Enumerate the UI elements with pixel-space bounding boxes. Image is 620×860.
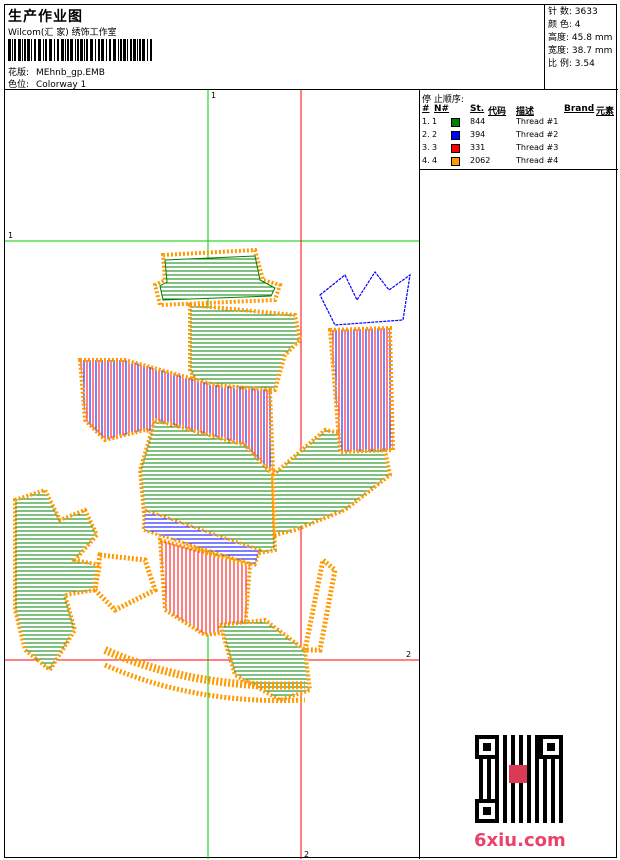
hat-shape	[152, 247, 283, 308]
leaf-cluster-shape	[13, 487, 159, 673]
thread-color-swatch	[451, 131, 460, 140]
col-n: N#	[434, 104, 450, 114]
header-info: 生产作业图 Wilcom(汇 家) 绣饰工作室 花版: MEhnb_gp.EMB …	[5, 5, 545, 90]
watermark: 6xiu.com	[474, 830, 566, 851]
stats-panel: 针 数: 3633 颜 色: 4 高度: 45.8 mm 宽度: 38.7 mm…	[546, 5, 618, 89]
design-preview: 1 1 2 2	[5, 90, 419, 859]
col-num: #	[422, 104, 430, 114]
col-stitches: St.	[470, 104, 485, 114]
thread-row: 4. 4 2062 Thread #4	[422, 156, 559, 166]
stat-colors: 颜 色: 4	[548, 20, 581, 30]
stat-stitches: 针 数: 3633	[548, 7, 598, 17]
stat-height: 高度: 45.8 mm	[548, 33, 613, 43]
guide-label-bottom: 2	[304, 850, 310, 859]
colorway-row: 色位: Colorway 1	[8, 77, 86, 90]
stat-scale: 比 例: 3.54	[548, 59, 595, 69]
col-code: 代码	[488, 107, 507, 117]
thread-row: 2. 2 394 Thread #2	[422, 130, 559, 140]
production-sheet: 生产作业图 Wilcom(汇 家) 绣饰工作室 花版: MEhnb_gp.EMB …	[4, 4, 618, 859]
thread-sequence-panel: 停 止顺序: # N# St. 代码 描述 Brand 元素 1. 1 844 …	[419, 90, 618, 170]
colorway-label: 色位:	[8, 80, 30, 90]
company-name: Wilcom(汇 家) 绣饰工作室	[8, 28, 117, 38]
thread-row: 1. 1 844 Thread #1	[422, 117, 559, 127]
thread-color-swatch	[451, 118, 460, 127]
col-desc: 描述	[516, 107, 535, 117]
lantern-shape	[319, 270, 411, 455]
col-brand: Brand	[564, 104, 595, 114]
guide-label-left: 1	[8, 231, 14, 240]
barcode	[8, 39, 152, 61]
qr-code	[475, 735, 563, 823]
guide-label-right: 2	[406, 650, 412, 659]
page-title: 生产作业图	[8, 9, 83, 25]
embroidery-design	[5, 90, 419, 859]
header: 生产作业图 Wilcom(汇 家) 绣饰工作室 花版: MEhnb_gp.EMB …	[5, 5, 618, 90]
seal-icon	[509, 765, 527, 783]
thread-color-swatch	[451, 144, 460, 153]
thread-color-swatch	[451, 157, 460, 166]
col-element: 元素	[596, 107, 615, 117]
stat-width: 宽度: 38.7 mm	[548, 46, 613, 56]
guide-label-top: 1	[211, 91, 217, 100]
colorway-value: Colorway 1	[36, 80, 87, 90]
thread-row: 3. 3 331 Thread #3	[422, 143, 559, 153]
